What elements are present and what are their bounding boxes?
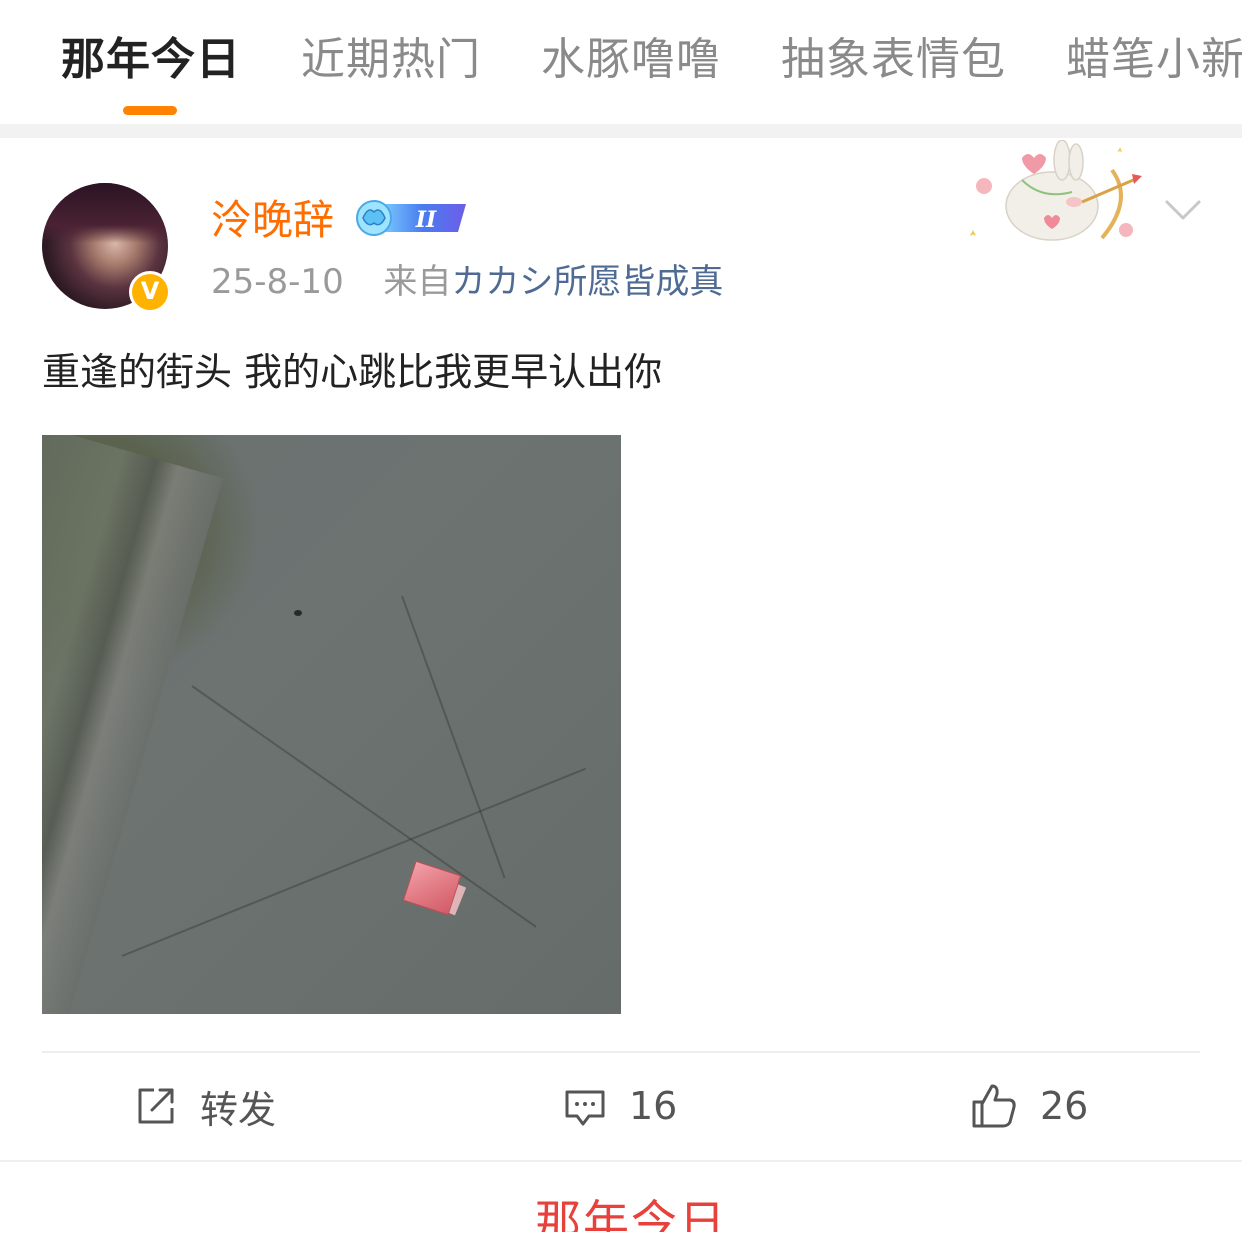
bottom-section-title: 那年今日: [535, 1195, 727, 1232]
from-prefix: 来自: [383, 262, 452, 302]
tab-that-day[interactable]: 那年今日: [61, 30, 241, 90]
post-text: 重逢的街头 我的心跳比我更早认出你: [42, 350, 663, 394]
avatar-hair: [42, 183, 168, 243]
photo-spot: [294, 610, 302, 616]
post-meta: 25-8-10 来自カカシ所愿皆成真: [211, 258, 723, 306]
page: 那年今日 近期热门 水豚噜噜 抽象表情包 蜡笔小新 V 泠晚辞 II 25-8-…: [0, 0, 1242, 1242]
actions-divider: [42, 1051, 1200, 1053]
username[interactable]: 泠晚辞: [211, 192, 334, 248]
thumbs-up-icon: [972, 1084, 1016, 1128]
chevron-down-icon[interactable]: [1163, 196, 1203, 224]
repost-label: 转发: [200, 1087, 277, 1132]
post-source[interactable]: カカシ所愿皆成真: [451, 262, 723, 302]
active-tab-indicator: [123, 106, 177, 115]
tab-recent-hot[interactable]: 近期热门: [301, 30, 481, 90]
tab-abstract-stickers[interactable]: 抽象表情包: [781, 30, 1006, 90]
photo-crack: [121, 767, 586, 957]
section-divider: [0, 124, 1242, 138]
repost-button[interactable]: 转发: [134, 1080, 276, 1132]
bunny-cupid-sticker-icon: [970, 140, 1142, 241]
like-count: 26: [1040, 1084, 1089, 1128]
like-button[interactable]: 26: [970, 1080, 1088, 1132]
tab-capybara[interactable]: 水豚噜噜: [541, 30, 721, 90]
tab-bar: 那年今日 近期热门 水豚噜噜 抽象表情包 蜡笔小新: [0, 0, 1242, 124]
svg-text:II: II: [415, 207, 437, 233]
tab-crayon-shin[interactable]: 蜡笔小新: [1066, 30, 1242, 90]
comment-icon: [565, 1090, 605, 1126]
post-photo[interactable]: [42, 435, 621, 1014]
share-icon: [138, 1088, 174, 1124]
comment-button[interactable]: 16: [563, 1080, 677, 1132]
photo-crack: [191, 685, 537, 928]
comment-count: 16: [629, 1084, 678, 1128]
vip-level-badge-icon[interactable]: II: [354, 198, 470, 238]
verified-badge-icon: V: [129, 271, 171, 313]
post-date: 25-8-10: [211, 262, 344, 302]
